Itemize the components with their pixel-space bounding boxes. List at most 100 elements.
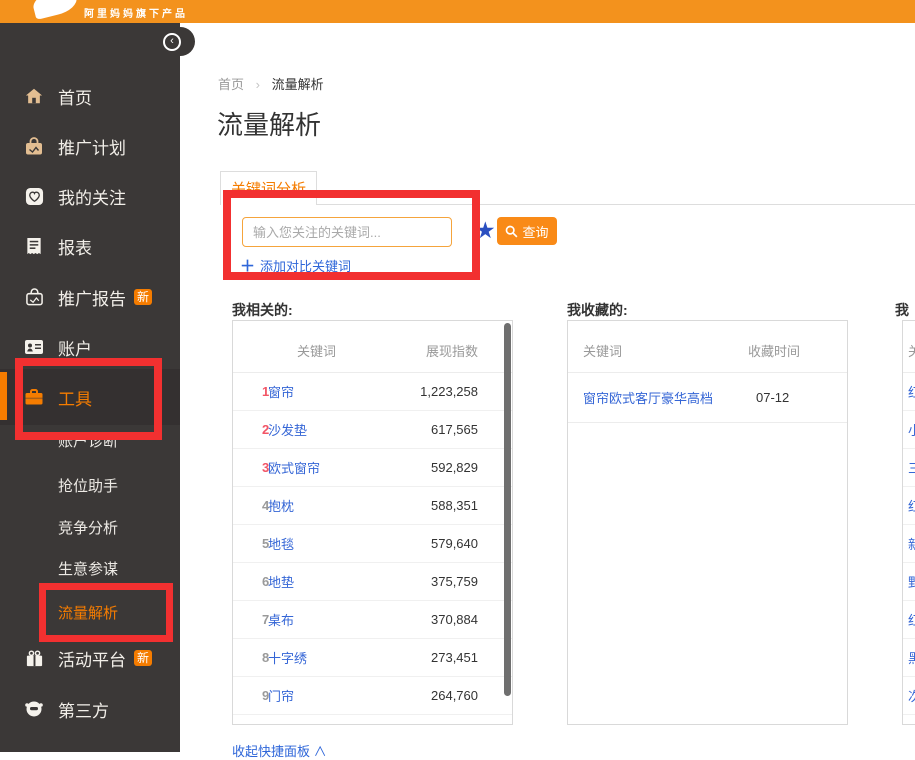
promo-report-bag-icon xyxy=(24,287,44,307)
table-row: 红 xyxy=(903,601,915,639)
favorite-star-icon[interactable]: ★ xyxy=(475,217,496,244)
keyword-link[interactable]: 次 xyxy=(908,686,915,705)
keyword-link[interactable]: 十字绣 xyxy=(268,648,402,667)
favorites-panel: 关键词 收藏时间 窗帘欧式客厅豪华高档 07-12 xyxy=(567,320,848,725)
impression-index: 579,640 xyxy=(402,536,512,551)
tab-divider xyxy=(220,204,915,205)
sidebar-item-promo-report[interactable]: 推广报告 新 xyxy=(0,283,180,311)
plus-icon: ＋ xyxy=(240,255,255,276)
sidebar-item-label: 第三方 xyxy=(58,697,109,722)
favorite-time: 07-12 xyxy=(756,390,789,405)
keyword-link[interactable]: 沙发垫 xyxy=(268,420,402,439)
keyword-link[interactable]: 红 xyxy=(908,382,915,401)
table-scrollbar[interactable] xyxy=(504,323,511,696)
keyword-link[interactable]: 新 xyxy=(908,534,915,553)
heart-icon xyxy=(24,186,44,206)
sidebar-item-label: 账户 xyxy=(58,335,92,360)
table-row: 8 十字绣 273,451 xyxy=(233,639,512,677)
add-compare-keyword-label: 添加对比关键词 xyxy=(260,256,351,275)
related-panel-title: 我相关的: xyxy=(232,300,293,320)
sidebar-item-account[interactable]: 账户 xyxy=(0,333,180,361)
breadcrumb-home[interactable]: 首页 xyxy=(218,77,244,92)
keyword-link[interactable]: 红 xyxy=(908,610,915,629)
sidebar-subitem-label: 账户诊断 xyxy=(58,430,118,451)
sidebar-subitem-seat-assist[interactable]: 抢位助手 xyxy=(0,473,180,497)
impression-index: 273,451 xyxy=(402,650,512,665)
keyword-link[interactable]: 欧式窗帘 xyxy=(268,458,402,477)
row-rank: 1 xyxy=(233,384,267,399)
sidebar-subitem-business-advisor[interactable]: 生意参谋 xyxy=(0,556,180,580)
keyword-link[interactable]: 抱枕 xyxy=(268,496,402,515)
row-rank: 8 xyxy=(233,650,267,665)
row-rank: 7 xyxy=(233,612,267,627)
keyword-link[interactable]: 地毯 xyxy=(268,534,402,553)
sidebar-item-label: 活动平台 xyxy=(58,646,126,671)
page-title: 流量解析 xyxy=(217,105,321,142)
impression-index: 592,829 xyxy=(402,460,512,475)
table-row: 2 沙发垫 617,565 xyxy=(233,411,512,449)
table-row: 6 地垫 375,759 xyxy=(233,563,512,601)
table-row: 红 xyxy=(903,487,915,525)
row-rank: 9 xyxy=(233,688,267,703)
table-row: 次 xyxy=(903,677,915,715)
impression-index: 1,223,258 xyxy=(402,384,512,399)
keyword-link[interactable]: 小 xyxy=(908,420,915,439)
query-button-label: 查询 xyxy=(522,222,548,241)
col-index: 展现指数 xyxy=(426,341,478,360)
keyword-link[interactable]: 窗帘欧式客厅豪华高档 xyxy=(583,388,713,407)
sidebar-subitem-traffic-analysis[interactable]: 流量解析 xyxy=(0,600,180,624)
id-card-icon xyxy=(24,337,44,357)
top-brand-bar: 阿里妈妈旗下产品 xyxy=(0,0,915,23)
breadcrumb-current: 流量解析 xyxy=(272,77,324,92)
sidebar-subitem-label: 流量解析 xyxy=(58,602,118,623)
table-row: 红 xyxy=(903,373,915,411)
impression-index: 588,351 xyxy=(402,498,512,513)
keyword-link[interactable]: 野 xyxy=(908,572,915,591)
related-panel: 关键词 展现指数 1 窗帘 1,223,258 2 沙发垫 617,565 3 … xyxy=(232,320,513,725)
sidebar-item-follow[interactable]: 我的关注 xyxy=(0,182,180,210)
sidebar-subitem-competition[interactable]: 竞争分析 xyxy=(0,515,180,539)
table-row: 4 抱枕 588,351 xyxy=(233,487,512,525)
alimama-logo-icon xyxy=(31,0,79,20)
keyword-search-input[interactable] xyxy=(242,217,452,247)
table-row: 新 xyxy=(903,525,915,563)
keyword-link[interactable]: 红 xyxy=(908,496,915,515)
keyword-link[interactable]: 门帘 xyxy=(268,686,402,705)
keyword-link[interactable]: 窗帘 xyxy=(268,382,402,401)
favorites-panel-title: 我收藏的: xyxy=(567,300,628,320)
new-badge: 新 xyxy=(134,289,152,305)
favorites-table-header: 关键词 收藏时间 xyxy=(568,321,847,373)
sidebar-item-tools[interactable]: 工具 xyxy=(0,383,180,411)
sidebar-collapse-button[interactable]: ‹ xyxy=(163,33,181,51)
related-table-header: 关键词 展现指数 xyxy=(233,321,512,373)
sidebar-subitem-label: 生意参谋 xyxy=(58,558,118,579)
toolbox-icon xyxy=(24,387,44,407)
robot-icon xyxy=(24,699,44,719)
sidebar-subitem-label: 竞争分析 xyxy=(58,517,118,538)
sidebar-item-report[interactable]: 报表 xyxy=(0,232,180,260)
brand-caption: 阿里妈妈旗下产品 xyxy=(84,5,188,20)
sidebar-item-home[interactable]: 首页 xyxy=(0,82,180,110)
keyword-link[interactable]: 黑 xyxy=(908,648,915,667)
search-icon xyxy=(505,225,518,238)
impression-index: 264,760 xyxy=(402,688,512,703)
row-rank: 2 xyxy=(233,422,267,437)
sidebar-item-label: 推广计划 xyxy=(58,134,126,159)
col-keyword: 关键词 xyxy=(583,341,622,360)
sidebar-item-campaign[interactable]: 推广计划 xyxy=(0,132,180,160)
keyword-link[interactable]: 地垫 xyxy=(268,572,402,591)
sidebar-subitem-account-diagnosis[interactable]: 账户诊断 xyxy=(0,428,180,452)
add-compare-keyword-link[interactable]: ＋ 添加对比关键词 xyxy=(240,255,351,276)
breadcrumb-chevron-icon: › xyxy=(256,77,260,92)
sidebar-item-label: 首页 xyxy=(58,84,92,109)
col-keyword: 关 xyxy=(908,341,915,360)
tab-keyword-analysis[interactable]: 关键词分析 xyxy=(220,171,317,205)
impression-index: 617,565 xyxy=(402,422,512,437)
collapse-quick-panel-link[interactable]: 收起快捷面板 ∧ xyxy=(232,741,327,760)
sidebar-item-third-party[interactable]: 第三方 xyxy=(0,695,180,723)
sidebar-item-activity[interactable]: 活动平台 新 xyxy=(0,644,180,672)
query-button[interactable]: 查询 xyxy=(497,217,557,245)
keyword-link[interactable]: 三 xyxy=(908,458,915,477)
keyword-link[interactable]: 桌布 xyxy=(268,610,402,629)
row-rank: 5 xyxy=(233,536,267,551)
